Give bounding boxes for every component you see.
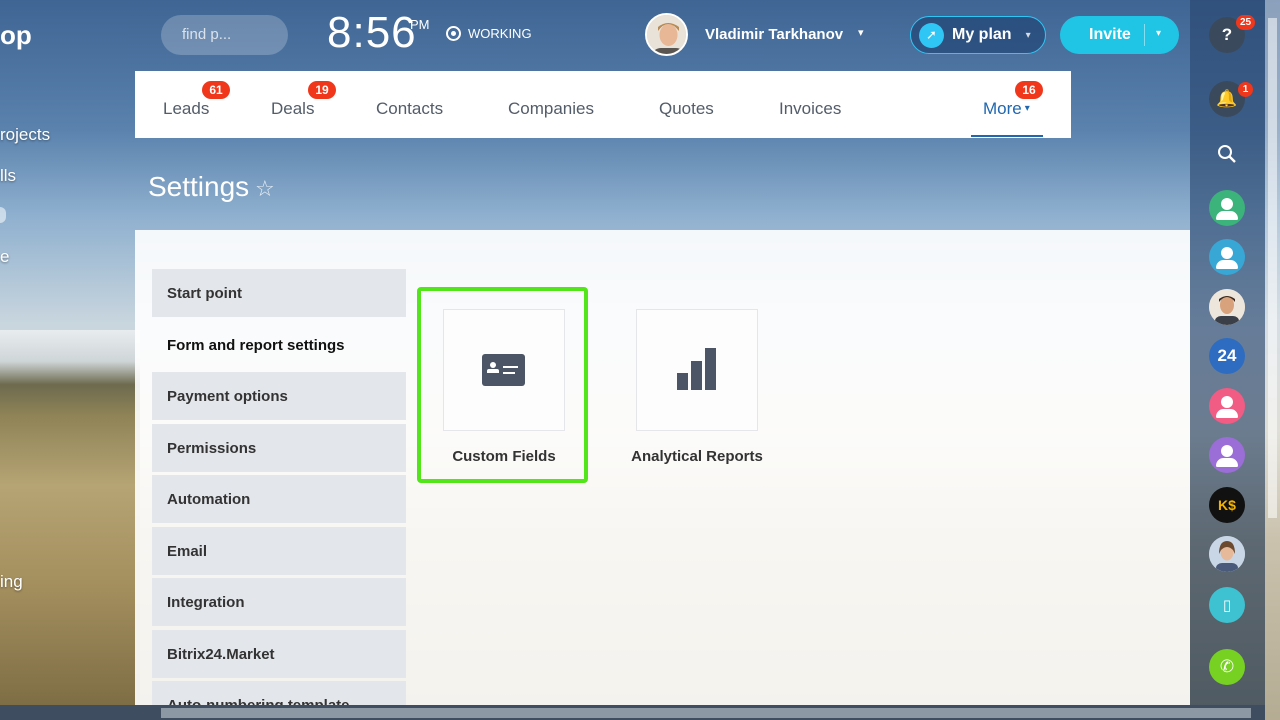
tab-deals[interactable]: Deals (271, 99, 314, 119)
my-plan-label: My plan (952, 26, 1012, 43)
clock-time[interactable]: 8:56 (327, 8, 417, 58)
tab-invoices[interactable]: Invoices (779, 99, 841, 119)
menu-item-integration[interactable]: Integration (152, 578, 406, 626)
chevron-down-icon: ▾ (1024, 103, 1030, 114)
chevron-down-icon: ▾ (1025, 29, 1031, 41)
help-badge: 25 (1236, 15, 1256, 30)
menu-item-auto-numbering-template[interactable]: Auto-numbering template (152, 681, 406, 706)
bell-icon: 🔔 (1216, 89, 1238, 108)
search-input[interactable]: find p... (161, 15, 288, 55)
sidebar-item-projects[interactable]: rojects (0, 125, 50, 145)
contact-avatar-photo-2[interactable] (1209, 536, 1245, 572)
id-card-icon (482, 354, 525, 386)
crm-tabs-bar: Leads 61 Deals 19 Contacts Companies Quo… (135, 71, 1071, 138)
ks-chat[interactable]: K$ (1209, 487, 1245, 523)
scroll-thumb[interactable] (161, 708, 1251, 718)
menu-item-payment-options[interactable]: Payment options (152, 372, 406, 420)
background-landscape (0, 330, 140, 720)
chevron-down-icon[interactable]: ▾ (858, 26, 864, 39)
tab-more[interactable]: More ▾ (983, 99, 1030, 119)
tab-leads[interactable]: Leads (163, 99, 209, 119)
call-button[interactable]: ✆ (1209, 649, 1245, 685)
status-icon (446, 26, 461, 41)
active-tab-indicator (971, 135, 1043, 137)
work-status-label: WORKING (468, 26, 532, 41)
phone-chat-icon: ▯ (1222, 597, 1232, 614)
invite-button[interactable]: Invite ▾ (1060, 16, 1179, 54)
user-avatar[interactable] (645, 13, 688, 56)
menu-item-start-point[interactable]: Start point (152, 269, 406, 317)
sidebar-item-settings[interactable]: ing (0, 572, 23, 592)
tab-more-label: More (983, 99, 1022, 118)
tab-contacts[interactable]: Contacts (376, 99, 443, 119)
menu-item-bitrix24-market[interactable]: Bitrix24.Market (152, 629, 406, 678)
contact-avatar-photo[interactable] (1209, 289, 1245, 325)
menu-item-automation[interactable]: Automation (152, 475, 406, 523)
person-icon (1216, 396, 1238, 418)
invite-label: Invite (1089, 26, 1131, 43)
question-icon: ? (1221, 25, 1233, 44)
menu-item-email[interactable]: Email (152, 526, 406, 575)
contact-avatar-purple[interactable] (1209, 437, 1245, 473)
contact-avatar-green[interactable] (1209, 190, 1245, 226)
menu-item-permissions[interactable]: Permissions (152, 423, 406, 472)
horizontal-scrollbar[interactable] (0, 705, 1265, 720)
chevron-down-icon[interactable]: ▾ (1156, 28, 1161, 39)
bitrix24-chat[interactable]: 24 (1209, 338, 1245, 374)
sidebar-item-more[interactable]: e (0, 247, 9, 267)
scroll-thumb[interactable] (1268, 18, 1277, 518)
phone-icon: ✆ (1219, 657, 1235, 676)
device-chat-button[interactable]: ▯ (1209, 587, 1245, 623)
bar-chart-icon (677, 348, 717, 390)
notifications-badge: 1 (1238, 82, 1253, 97)
logo-fragment: op (0, 20, 32, 50)
work-status[interactable]: WORKING (446, 26, 532, 41)
vertical-scrollbar[interactable] (1265, 0, 1280, 720)
my-plan-button[interactable]: ➚ My plan ▾ (910, 16, 1046, 54)
sidebar-item-calls[interactable]: lls (0, 166, 16, 186)
person-icon (1216, 247, 1238, 269)
sidebar-counter (0, 207, 6, 223)
clock-ampm: PM (410, 17, 430, 32)
divider (1144, 24, 1145, 46)
tab-quotes[interactable]: Quotes (659, 99, 714, 119)
tab-companies[interactable]: Companies (508, 99, 594, 119)
user-name[interactable]: Vladimir Tarkhanov (705, 26, 843, 43)
search-icon (1218, 145, 1236, 163)
star-icon[interactable]: ☆ (255, 176, 275, 202)
deals-badge: 19 (308, 81, 336, 99)
search-button[interactable] (1209, 136, 1245, 172)
rocket-icon: ➚ (919, 22, 944, 48)
contact-avatar-pink[interactable] (1209, 388, 1245, 424)
person-icon (1216, 198, 1238, 220)
contact-avatar-blue[interactable] (1209, 239, 1245, 275)
settings-menu: Start point Form and report settings Pay… (152, 269, 406, 710)
page-title: Settings (148, 171, 250, 202)
menu-item-form-and-report-settings[interactable]: Form and report settings (152, 321, 406, 369)
custom-fields-label[interactable]: Custom Fields (430, 448, 578, 465)
more-badge: 16 (1015, 81, 1043, 99)
person-icon (1216, 445, 1238, 467)
analytical-reports-label[interactable]: Analytical Reports (612, 448, 782, 465)
leads-badge: 61 (202, 81, 230, 99)
